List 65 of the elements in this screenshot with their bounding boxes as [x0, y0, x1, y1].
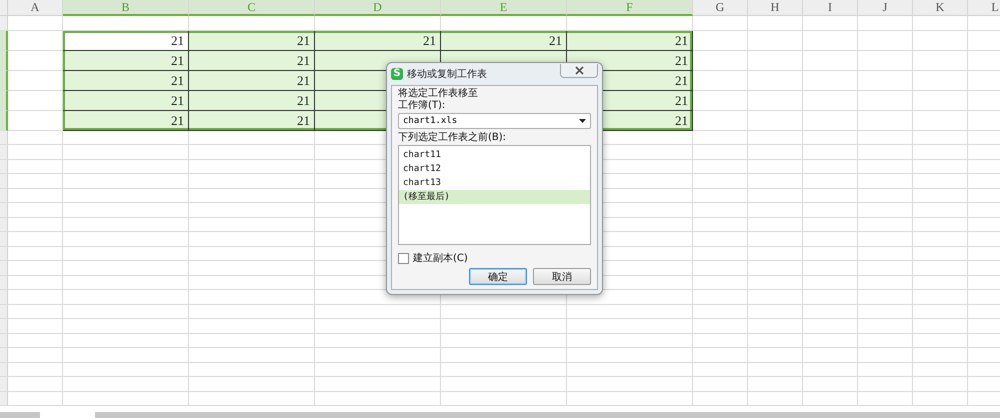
- column-header[interactable]: G: [693, 0, 748, 16]
- row-header[interactable]: [0, 70, 8, 90]
- instruction-text: 将选定工作表移至: [398, 88, 479, 100]
- column-header[interactable]: I: [803, 0, 858, 16]
- row-header[interactable]: [0, 334, 8, 348]
- sheet-list-item[interactable]: chart13: [399, 176, 590, 190]
- table-cell[interactable]: 21: [189, 30, 315, 50]
- row-header[interactable]: [0, 290, 8, 304]
- table-cell[interactable]: 21: [189, 50, 315, 70]
- table-cell[interactable]: 21: [189, 70, 315, 90]
- row-header[interactable]: [0, 30, 8, 50]
- table-cell[interactable]: 21: [63, 90, 189, 110]
- column-header[interactable]: L: [968, 0, 1000, 16]
- table-cell[interactable]: 21: [63, 30, 189, 50]
- app-logo: S: [391, 68, 403, 80]
- row-header[interactable]: [0, 304, 8, 319]
- row-header[interactable]: [0, 145, 8, 160]
- row-header[interactable]: [0, 90, 8, 110]
- select-all-corner[interactable]: [0, 0, 8, 16]
- row-header[interactable]: [0, 110, 8, 130]
- row-header[interactable]: [0, 276, 8, 290]
- row-header[interactable]: [0, 218, 8, 232]
- row-header[interactable]: [0, 362, 8, 377]
- row-header[interactable]: [0, 377, 8, 392]
- row-header[interactable]: [0, 348, 8, 362]
- dialog-title: 移动或复制工作表: [407, 68, 488, 81]
- caret-icon: [579, 119, 586, 123]
- table-cell[interactable]: 21: [189, 90, 315, 110]
- table-cell[interactable]: 21: [441, 30, 567, 50]
- checkbox-label: 建立副本(C): [413, 252, 468, 265]
- row-header[interactable]: [0, 246, 8, 261]
- table-cell[interactable]: 21: [63, 70, 189, 90]
- sheet-list-item[interactable]: (移至最后): [399, 190, 590, 204]
- row-header[interactable]: [0, 319, 8, 334]
- close-icon: [574, 66, 584, 75]
- cancel-button[interactable]: 取消: [533, 268, 591, 285]
- sheet-list-item[interactable]: chart12: [399, 162, 590, 176]
- row-header[interactable]: [0, 232, 8, 246]
- table-cell[interactable]: 21: [315, 30, 441, 50]
- row-header[interactable]: [0, 160, 8, 174]
- row-header[interactable]: [0, 16, 8, 30]
- horizontal-scrollbar[interactable]: [0, 412, 1000, 418]
- table-cell[interactable]: 21: [189, 110, 315, 130]
- column-header[interactable]: J: [858, 0, 913, 16]
- row-header[interactable]: [0, 203, 8, 218]
- sheet-list-label: 下列选定工作表之前(B):: [398, 132, 508, 144]
- column-header[interactable]: H: [748, 0, 803, 16]
- table-cell[interactable]: 21: [63, 50, 189, 70]
- row-header[interactable]: [0, 188, 8, 203]
- column-header[interactable]: A: [8, 0, 63, 16]
- table-cell[interactable]: 21: [63, 110, 189, 130]
- row-header[interactable]: [0, 130, 8, 145]
- ok-button[interactable]: 确定: [469, 268, 527, 285]
- close-button[interactable]: [560, 64, 598, 78]
- workbook-label: 工作簿(T):: [398, 100, 446, 112]
- column-header[interactable]: K: [913, 0, 968, 16]
- table-cell[interactable]: 21: [567, 30, 693, 50]
- row-header[interactable]: [0, 50, 8, 70]
- row-header[interactable]: [0, 392, 8, 406]
- sheet-list[interactable]: chart11 chart12 chart13 (移至最后): [398, 145, 591, 245]
- copy-checkbox[interactable]: [398, 252, 409, 264]
- row-header[interactable]: [0, 261, 8, 276]
- workbook-dropdown[interactable]: chart1.xls: [398, 113, 591, 129]
- row-header[interactable]: [0, 174, 8, 188]
- sheet-list-item[interactable]: chart11: [399, 148, 590, 162]
